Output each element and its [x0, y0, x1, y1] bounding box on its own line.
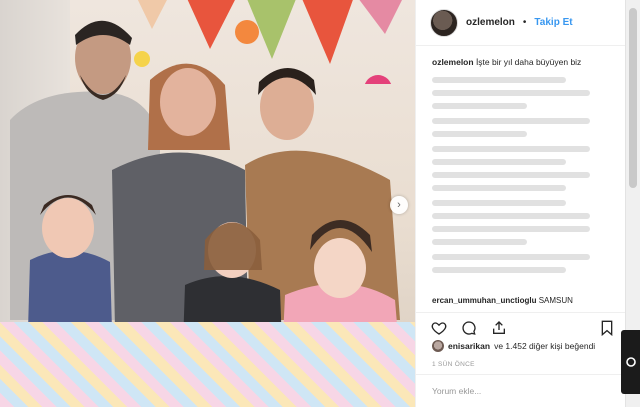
avatar — [432, 340, 444, 352]
comment-button[interactable] — [460, 319, 478, 337]
add-comment-bar[interactable]: Yorum ekle... — [416, 374, 626, 407]
list-item — [432, 254, 604, 273]
last-comment-text: SAMSUN — [538, 296, 573, 305]
chevron-right-icon: › — [397, 199, 401, 211]
add-comment-input[interactable]: Yorum ekle... — [432, 386, 481, 396]
blurred-comment-line — [432, 146, 591, 152]
share-button[interactable] — [490, 319, 508, 337]
blurred-comment-line — [432, 254, 591, 260]
bookmark-icon — [601, 320, 613, 336]
caption-text: İşte bir yıl daha büyüyen biz — [475, 57, 582, 67]
last-comment: ercan_ummuhan_unctioglu SAMSUN — [432, 296, 612, 305]
likes-count-text[interactable]: ve 1.452 diğer kişi beğendi — [494, 341, 595, 351]
post-username[interactable]: ozlemelon — [466, 17, 515, 28]
instagram-post-window: › ozlemelon • Takip Et ozlemelon İşte bi… — [0, 0, 640, 407]
post-photo[interactable]: › — [0, 0, 415, 407]
comment-icon — [462, 320, 476, 335]
blurred-comment-line — [432, 159, 567, 165]
side-dark-button[interactable] — [621, 330, 640, 394]
blurred-comment-line — [432, 200, 567, 206]
scrollbar-thumb[interactable] — [629, 8, 637, 188]
like-button[interactable] — [430, 319, 448, 337]
circle-icon — [625, 357, 636, 367]
share-icon — [493, 320, 505, 334]
blurred-comment-line — [432, 103, 527, 109]
blurred-comment-line — [432, 131, 527, 137]
heart-icon — [431, 321, 447, 335]
post-timestamp: 1 SÜN ÖNCE — [432, 361, 475, 368]
post-side-panel: ozlemelon • Takip Et ozlemelon İşte bir … — [415, 0, 626, 407]
blurred-comment-line — [432, 185, 567, 191]
last-comment-username[interactable]: ercan_ummuhan_unctioglu — [432, 296, 536, 305]
likes-username[interactable]: enisarikan — [448, 341, 490, 351]
comments-list[interactable]: ozlemelon İşte bir yıl daha büyüyen biz — [416, 52, 616, 308]
caption-username[interactable]: ozlemelon — [432, 57, 474, 67]
list-item — [432, 200, 604, 245]
save-button[interactable] — [598, 319, 616, 337]
post-caption: ozlemelon İşte bir yıl daha büyüyen biz — [432, 56, 604, 68]
blurred-comment-line — [432, 77, 567, 83]
blurred-comment-line — [432, 172, 591, 178]
blurred-comment-line — [432, 90, 591, 96]
blurred-comment-line — [432, 118, 591, 124]
list-item — [432, 146, 604, 191]
blurred-comment-line — [432, 267, 567, 273]
avatar[interactable] — [430, 8, 458, 37]
likes-summary: enisarikan ve 1.452 diğer kişi beğendi — [432, 340, 595, 352]
blurred-comment-line — [432, 213, 591, 219]
blurred-comment-line — [432, 239, 527, 245]
post-actions — [416, 312, 626, 342]
photo-table — [0, 322, 415, 407]
follow-button[interactable]: Takip Et — [534, 17, 572, 28]
blurred-comment-line — [432, 226, 591, 232]
list-item — [432, 77, 604, 109]
next-photo-button[interactable]: › — [390, 196, 408, 214]
list-item — [432, 118, 604, 137]
header-separator: • — [522, 17, 527, 28]
post-header: ozlemelon • Takip Et — [416, 0, 625, 46]
